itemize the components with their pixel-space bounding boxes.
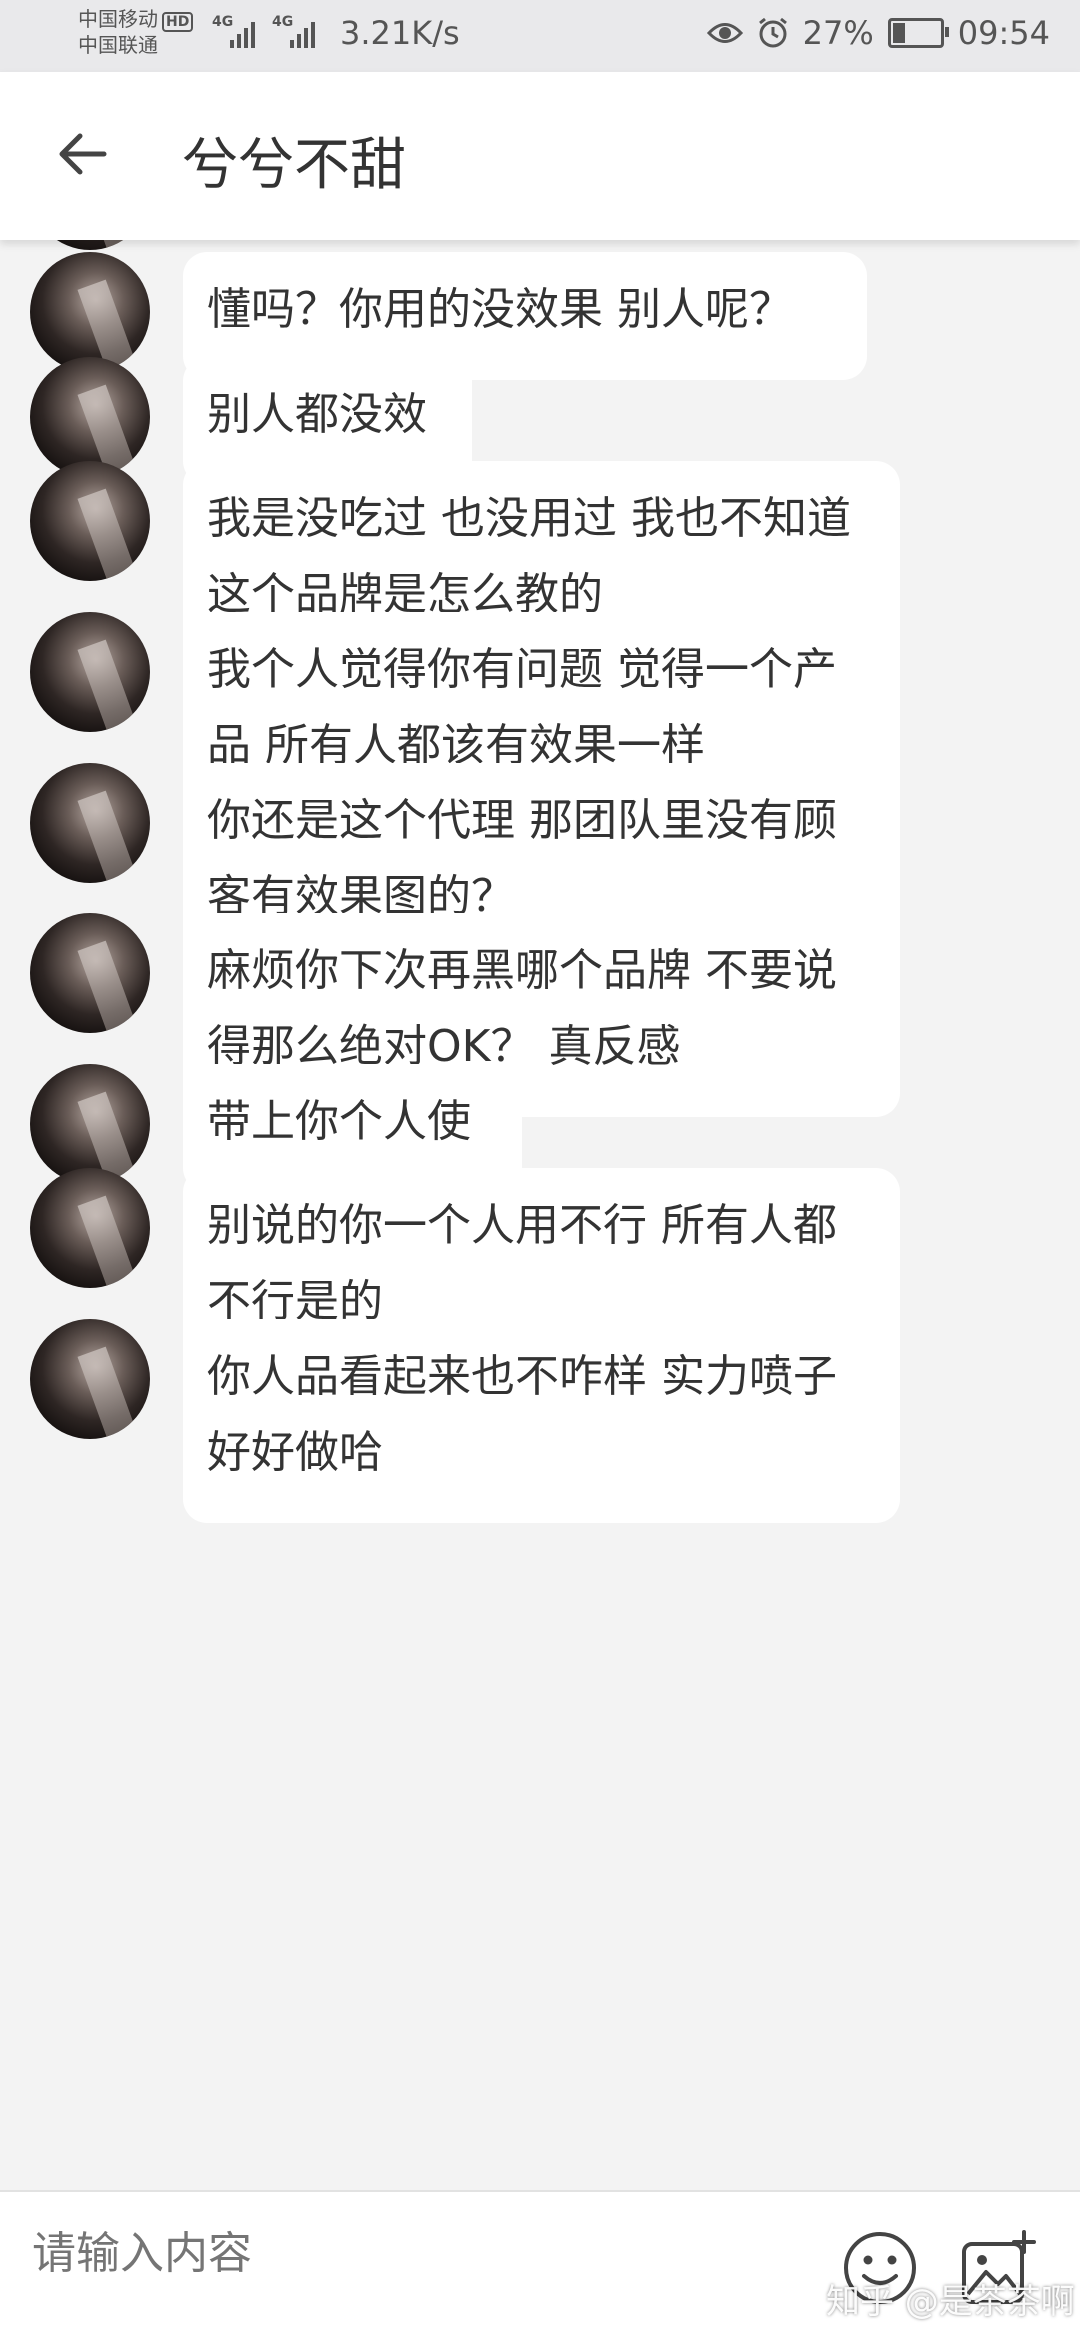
avatar[interactable] <box>30 612 150 732</box>
avatar[interactable] <box>30 913 150 1033</box>
message-list[interactable]: 就不错 但可能就不适合你用懂吗？你用的没效果 别人呢？别人都没效果吗？我是没吃过… <box>0 0 1080 2190</box>
avatar[interactable] <box>30 252 150 372</box>
message-input[interactable] <box>30 2228 794 2280</box>
avatar[interactable] <box>30 763 150 883</box>
avatar[interactable] <box>30 461 150 581</box>
input-bar: 知乎 @是茶茶啊 <box>0 2190 1080 2342</box>
avatar[interactable] <box>30 1168 150 1288</box>
avatar[interactable] <box>30 1319 150 1439</box>
chat-title: 兮兮不甜 <box>182 133 406 198</box>
back-arrow-icon[interactable] <box>52 122 116 186</box>
avatar[interactable] <box>30 1064 150 1184</box>
avatar[interactable] <box>30 357 150 477</box>
message-bubble[interactable]: 你人品看起来也不咋样 实力喷子 好好做哈 <box>183 1319 900 1523</box>
chat-header: 兮兮不甜 <box>0 72 1080 240</box>
watermark: 知乎 @是茶茶啊 <box>826 2282 1075 2322</box>
